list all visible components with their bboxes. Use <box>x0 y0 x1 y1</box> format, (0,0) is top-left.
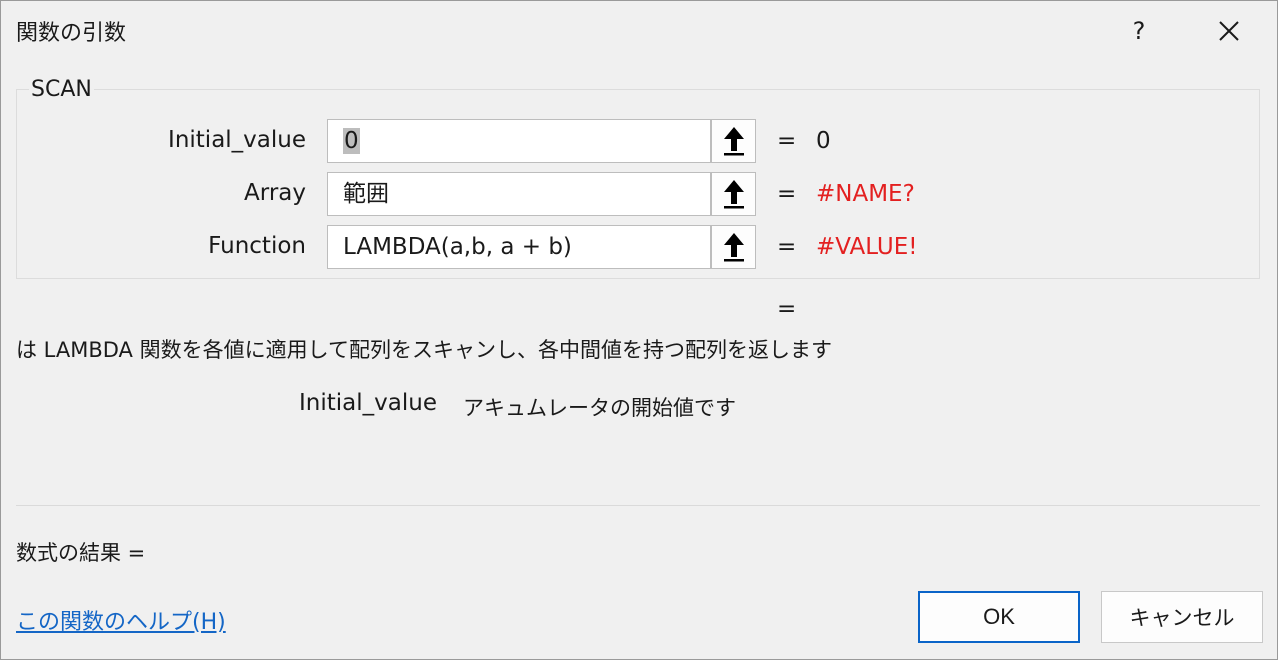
close-button[interactable] <box>1199 9 1259 53</box>
arg-input-array[interactable]: 範囲 <box>327 172 711 216</box>
function-help-link[interactable]: この関数のヘルプ(H) <box>16 604 226 636</box>
arg-label-array: Array <box>244 180 306 206</box>
arrow-up-icon <box>723 127 744 156</box>
arg-label-initial-value: Initial_value <box>168 127 306 153</box>
equals-sign: = <box>777 234 797 260</box>
divider <box>16 505 1260 506</box>
arg-input-value: 0 <box>343 128 360 154</box>
arg-result-initial-value: 0 <box>816 128 831 154</box>
dialog-title: 関数の引数 <box>16 21 127 46</box>
title-bar: 関数の引数 ? <box>1 1 1277 63</box>
arg-help-text: アキュムレータの開始値です <box>463 396 736 420</box>
help-button[interactable]: ? <box>1109 9 1169 53</box>
ok-button[interactable]: OK <box>918 591 1080 643</box>
equals-sign: = <box>777 128 797 154</box>
arrow-up-icon <box>723 233 744 262</box>
function-arguments-dialog: 関数の引数 ? SCAN Initial_value 0 = 0 Array 範… <box>0 0 1278 660</box>
arg-result-array: #NAME? <box>816 181 915 207</box>
ref-button-initial-value[interactable] <box>711 119 756 163</box>
arg-result-function: #VALUE! <box>816 234 918 260</box>
close-icon <box>1219 21 1239 41</box>
formula-result-label: 数式の結果 = <box>16 541 146 565</box>
ref-button-array[interactable] <box>711 172 756 216</box>
arg-help-name: Initial_value <box>299 390 437 416</box>
cancel-button[interactable]: キャンセル <box>1101 591 1263 643</box>
arrow-up-icon <box>723 180 744 209</box>
arg-input-function[interactable]: LAMBDA(a,b, a + b) <box>327 225 711 269</box>
function-description: は LAMBDA 関数を各値に適用して配列をスキャンし、各中間値を持つ配列を返し… <box>16 338 832 362</box>
ref-button-function[interactable] <box>711 225 756 269</box>
function-name: SCAN <box>29 77 94 102</box>
overall-equals-sign: = <box>777 296 797 322</box>
equals-sign: = <box>777 181 797 207</box>
arg-label-function: Function <box>208 233 306 259</box>
arg-input-initial-value[interactable]: 0 <box>327 119 711 163</box>
